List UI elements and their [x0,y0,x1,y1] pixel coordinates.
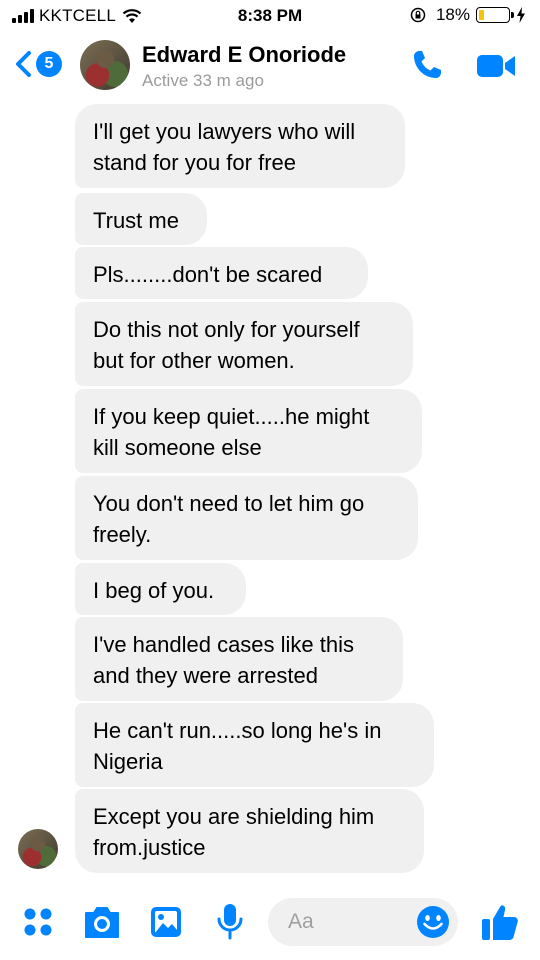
emoji-icon[interactable] [416,905,450,939]
conversation-header: 5 Edward E Onoriode Active 33 m ago [0,32,540,104]
unread-count-badge: 5 [36,51,62,77]
video-camera-icon[interactable] [475,52,517,80]
back-chevron-icon [16,51,31,77]
message-bubble: If you keep quiet.....he might kill some… [75,389,422,473]
charging-bolt-icon [517,7,525,23]
thumbs-up-icon[interactable] [481,902,519,942]
back-button[interactable]: 5 [14,50,62,78]
message-bubble: Trust me [75,193,207,245]
contact-name[interactable]: Edward E Onoriode [142,42,346,68]
message-bubble: I beg of you. [75,563,246,615]
message-input-placeholder: Aa [288,910,314,933]
message-bubble: He can't run.....so long he's in Nigeria [75,703,434,787]
composer-bar: Aa [0,884,540,960]
sender-avatar[interactable] [18,829,58,869]
battery-icon [476,7,514,23]
status-bar: KKTCELL 8:38 PM 18% [0,0,540,32]
phone-icon[interactable] [410,48,444,82]
status-right: 18% [410,5,526,25]
message-bubble: Pls........don't be scared [75,247,368,299]
camera-icon[interactable] [83,904,121,940]
microphone-icon[interactable] [215,902,245,942]
message-bubble: Except you are shielding him from.justic… [75,789,424,873]
message-bubble: Do this not only for yourself but for ot… [75,302,413,386]
photo-gallery-icon[interactable] [149,905,183,939]
apps-grid-icon[interactable] [22,906,54,938]
contact-avatar[interactable] [80,40,130,90]
battery-percent: 18% [435,5,470,24]
orientation-lock-icon [410,7,426,23]
contact-active-status: Active 33 m ago [142,71,264,90]
message-bubble: You don't need to let him go freely. [75,476,418,560]
battery-level-fill [479,10,484,20]
message-bubble: I'll get you lawyers who will stand for … [75,104,405,188]
message-bubble: I've handled cases like this and they we… [75,617,403,701]
